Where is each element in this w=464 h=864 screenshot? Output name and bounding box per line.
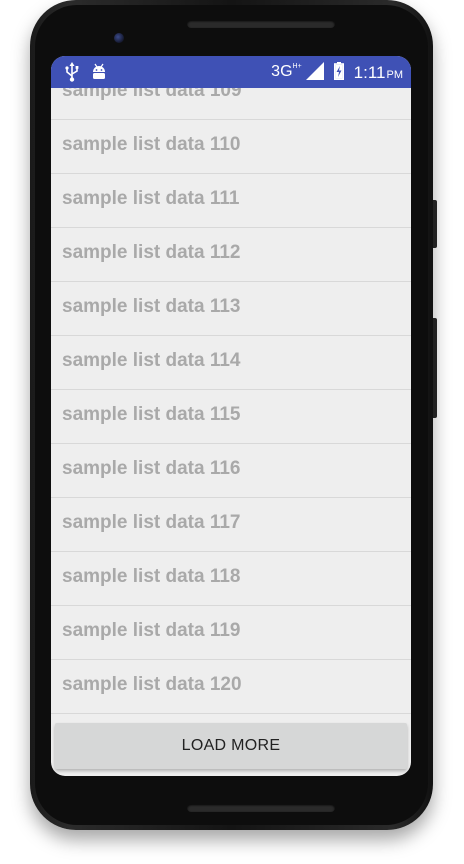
list-item[interactable]: sample list data 109 bbox=[51, 88, 411, 120]
network-type: 3GH+ bbox=[271, 62, 302, 85]
battery-charging-icon bbox=[333, 62, 344, 85]
power-button bbox=[433, 318, 437, 418]
clock: 1:11PM bbox=[354, 63, 403, 85]
list-item[interactable]: sample list data 116 bbox=[51, 444, 411, 498]
status-bar: 3GH+ 1:11PM bbox=[51, 56, 411, 88]
list-item[interactable]: sample list data 120 bbox=[51, 660, 411, 714]
clock-time: 1:11 bbox=[353, 62, 386, 82]
network-sup-label: H+ bbox=[292, 63, 302, 70]
list-item-label: sample list data 117 bbox=[62, 512, 241, 533]
list-item[interactable]: sample list data 112 bbox=[51, 228, 411, 282]
list-item-label: sample list data 109 bbox=[62, 88, 242, 101]
list-item[interactable]: sample list data 111 bbox=[51, 174, 411, 228]
list-item-label: sample list data 118 bbox=[62, 566, 241, 587]
usb-icon bbox=[65, 62, 79, 86]
list-item[interactable]: sample list data 117 bbox=[51, 498, 411, 552]
data-list[interactable]: sample list data 109 sample list data 110… bbox=[51, 88, 411, 722]
volume-button bbox=[433, 200, 437, 248]
status-system: 3GH+ 1:11PM bbox=[271, 62, 403, 85]
list-item[interactable]: sample list data 118 bbox=[51, 552, 411, 606]
list-item-label: sample list data 120 bbox=[62, 674, 242, 695]
status-notifications bbox=[65, 62, 107, 86]
top-speaker bbox=[187, 20, 335, 28]
list-item-label: sample list data 113 bbox=[62, 296, 241, 317]
front-camera bbox=[114, 33, 124, 43]
list-item[interactable]: sample list data 119 bbox=[51, 606, 411, 660]
list-item-label: sample list data 119 bbox=[62, 620, 241, 641]
list-item[interactable]: sample list data 115 bbox=[51, 390, 411, 444]
list-item-label: sample list data 111 bbox=[62, 188, 240, 209]
network-label: 3G bbox=[271, 63, 293, 80]
app-screen: 3GH+ 1:11PM sample list data 109 sample l… bbox=[51, 56, 411, 776]
list-item[interactable]: sample list data 110 bbox=[51, 120, 411, 174]
list-item-label: sample list data 112 bbox=[62, 242, 241, 263]
android-debug-icon bbox=[91, 62, 107, 86]
bottom-speaker bbox=[187, 804, 335, 812]
list-item[interactable]: sample list data 114 bbox=[51, 336, 411, 390]
list-item[interactable]: sample list data 113 bbox=[51, 282, 411, 336]
list-item-label: sample list data 114 bbox=[62, 350, 241, 371]
list-item-label: sample list data 110 bbox=[62, 134, 241, 155]
list-item-label: sample list data 116 bbox=[62, 458, 241, 479]
load-more-button[interactable]: LOAD MORE bbox=[55, 723, 407, 769]
signal-icon bbox=[305, 62, 324, 85]
list-item-label: sample list data 115 bbox=[62, 404, 241, 425]
clock-ampm: PM bbox=[386, 68, 404, 81]
